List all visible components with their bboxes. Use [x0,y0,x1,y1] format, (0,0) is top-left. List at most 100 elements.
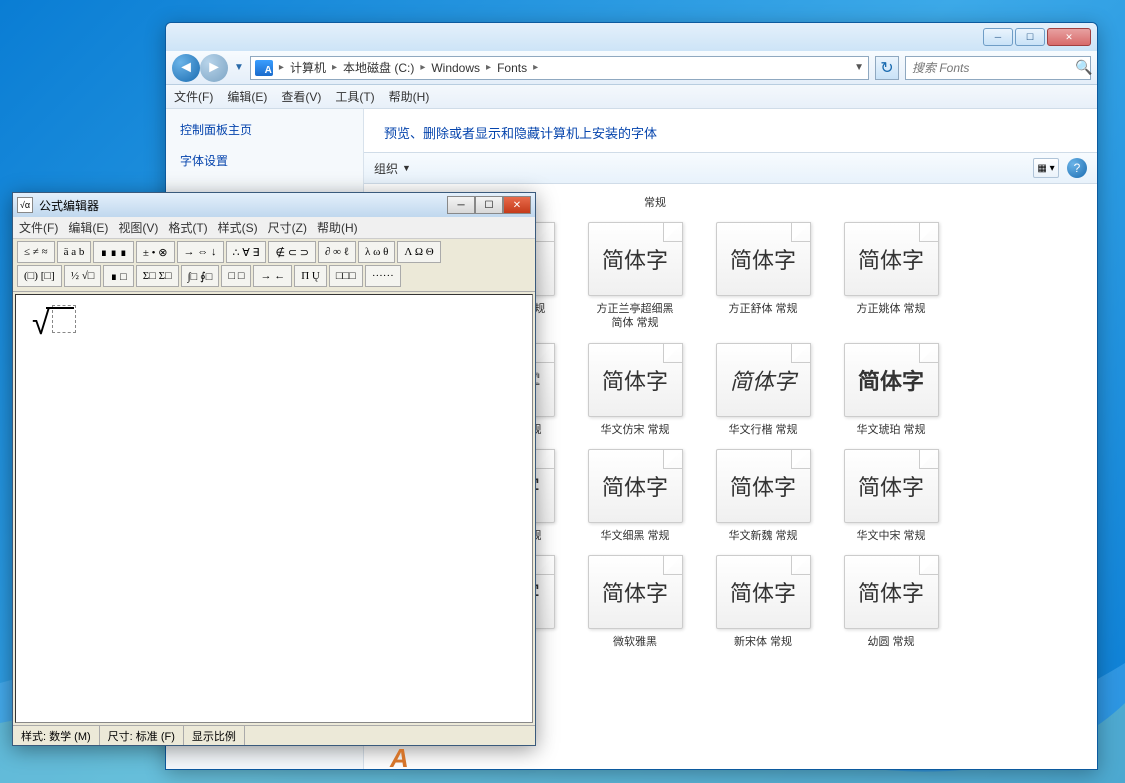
menu-help[interactable]: 帮助(H) [389,88,430,105]
chevron-right-icon: ▸ [486,62,491,73]
content-toolbar: 组织 ▼ ▦ ▾ ? [364,152,1097,184]
chevron-right-icon: ▸ [279,62,284,73]
font-item[interactable]: 简体字幼圆 常规 [838,555,944,649]
maximize-button[interactable]: ☐ [475,196,503,214]
close-button[interactable]: ✕ [503,196,531,214]
font-preview: 简体字 [716,555,811,629]
formula-editor-window: √α 公式编辑器 ─ ☐ ✕ 文件(F) 编辑(E) 视图(V) 格式(T) 样… [12,192,536,746]
breadcrumb[interactable]: Fonts [497,61,527,75]
font-item[interactable]: 简体字华文中宋 常规 [838,449,944,543]
font-preview: 简体字 [844,555,939,629]
formula-canvas[interactable]: √ [15,294,533,723]
font-label: 华文细黑 常规 [600,529,669,543]
menu-size[interactable]: 尺寸(Z) [268,219,307,236]
chevron-right-icon: ▸ [420,62,425,73]
search-input[interactable] [912,61,1069,75]
folder-icon [255,60,273,76]
font-item[interactable]: 简体字华文行楷 常规 [710,343,816,437]
font-item[interactable]: 简体字方正兰亭超细黑 简体 常规 [582,222,688,331]
search-bar[interactable]: 🔍 [905,56,1091,80]
minimize-button[interactable]: ─ [447,196,475,214]
help-icon[interactable]: ? [1067,158,1087,178]
sidebar-link-control-panel[interactable]: 控制面板主页 [180,121,349,138]
font-label: 新宋体 常规 [734,635,792,649]
formula-tool-button[interactable]: □□□ [329,265,363,287]
view-mode-button[interactable]: ▦ ▾ [1033,158,1059,178]
font-item[interactable]: 简体字微软雅黑 [582,555,688,649]
chevron-right-icon: ▸ [533,62,538,73]
breadcrumb[interactable]: 本地磁盘 (C:) [343,59,414,76]
refresh-button[interactable]: ↻ [875,56,899,80]
menu-format[interactable]: 格式(T) [168,219,207,236]
formula-tool-button[interactable]: ≤ ≠ ≈ [17,241,55,263]
minimize-button[interactable]: ─ [983,28,1013,46]
formula-titlebar[interactable]: √α 公式编辑器 ─ ☐ ✕ [13,193,535,217]
status-size: 尺寸: 标准 (F) [100,726,184,745]
formula-tool-button[interactable]: ∉ ⊂ ⊃ [268,241,316,263]
font-label: 华文中宋 常规 [856,529,925,543]
formula-tool-button[interactable]: ∴ ∀ ∃ [226,241,267,263]
menu-help[interactable]: 帮助(H) [317,219,358,236]
font-item[interactable]: 简体字华文新魏 常规 [710,449,816,543]
font-label: 方正姚体 常规 [856,302,925,316]
formula-tool-button[interactable]: (□) [□] [17,265,62,287]
font-label: 幼圆 常规 [867,635,914,649]
forward-button[interactable]: ► [200,54,228,82]
formula-tool-button[interactable]: ∎ ∎ ∎ [93,241,134,263]
content-title: 预览、删除或者显示和隐藏计算机上安装的字体 [364,109,1097,152]
font-preview: 简体字 [844,343,939,417]
menu-file[interactable]: 文件(F) [19,219,58,236]
formula-tool-button[interactable]: → ← [253,265,292,287]
menu-tools[interactable]: 工具(T) [335,88,374,105]
font-preview: 简体字 [588,222,683,296]
menu-file[interactable]: 文件(F) [174,88,213,105]
formula-tool-button[interactable]: ½ √□ [64,265,102,287]
formula-menubar: 文件(F) 编辑(E) 视图(V) 格式(T) 样式(S) 尺寸(Z) 帮助(H… [13,217,535,239]
close-button[interactable]: ✕ [1047,28,1091,46]
breadcrumb[interactable]: Windows [431,61,480,75]
formula-tool-button[interactable]: ∫□ ∮□ [181,265,220,287]
formula-tool-button[interactable]: Λ Ω Θ [397,241,440,263]
window-title: 公式编辑器 [39,197,99,214]
organize-button[interactable]: 组织 ▼ [374,160,411,177]
formula-tool-button[interactable]: λ ω θ [358,241,395,263]
formula-tool-button[interactable]: ä a b [57,241,92,263]
explorer-titlebar[interactable]: ─ ☐ ✕ [166,23,1097,51]
formula-tool-button[interactable]: ······ [365,265,401,287]
address-bar[interactable]: ▸ 计算机 ▸ 本地磁盘 (C:) ▸ Windows ▸ Fonts ▸ ▼ [250,56,869,80]
menu-view[interactable]: 查看(V) [281,88,321,105]
font-item[interactable]: 简体字华文仿宋 常规 [582,343,688,437]
font-label: 华文琥珀 常规 [856,423,925,437]
maximize-button[interactable]: ☐ [1015,28,1045,46]
address-dropdown-icon[interactable]: ▼ [854,62,864,73]
font-item[interactable]: 简体字华文琥珀 常规 [838,343,944,437]
search-icon[interactable]: 🔍 [1075,59,1092,76]
font-item[interactable]: 简体字方正姚体 常规 [838,222,944,331]
chevron-right-icon: ▸ [332,62,337,73]
formula-tool-button[interactable]: ± • ⊗ [136,241,175,263]
formula-tool-button[interactable]: ∎ □ [103,265,133,287]
font-item[interactable]: 简体字华文细黑 常规 [582,449,688,543]
formula-tool-button[interactable]: □ □ [221,265,251,287]
sidebar-link-font-settings[interactable]: 字体设置 [180,152,349,169]
back-button[interactable]: ◄ [172,54,200,82]
status-zoom: 显示比例 [184,726,245,745]
font-preview: 简体字 [588,555,683,629]
menu-edit[interactable]: 编辑(E) [227,88,267,105]
formula-tool-button[interactable]: ∂ ∞ ℓ [318,241,356,263]
menu-view[interactable]: 视图(V) [118,219,158,236]
taskbar-font-icon[interactable]: A [386,741,418,773]
chevron-down-icon: ▼ [402,163,411,173]
history-dropdown-icon[interactable]: ▼ [234,62,244,73]
menu-edit[interactable]: 编辑(E) [68,219,108,236]
font-item[interactable]: 简体字方正舒体 常规 [710,222,816,331]
font-preview: 简体字 [844,449,939,523]
formula-tool-button[interactable]: Π Ų [294,265,327,287]
formula-tool-button[interactable]: → ⇔ ↓ [177,241,224,263]
formula-tool-button[interactable]: Σ□ Σ□ [136,265,179,287]
font-preview: 简体字 [716,449,811,523]
breadcrumb[interactable]: 计算机 [290,59,326,76]
menu-style[interactable]: 样式(S) [218,219,258,236]
font-item[interactable]: 简体字新宋体 常规 [710,555,816,649]
column-header: 常规 [602,194,708,210]
